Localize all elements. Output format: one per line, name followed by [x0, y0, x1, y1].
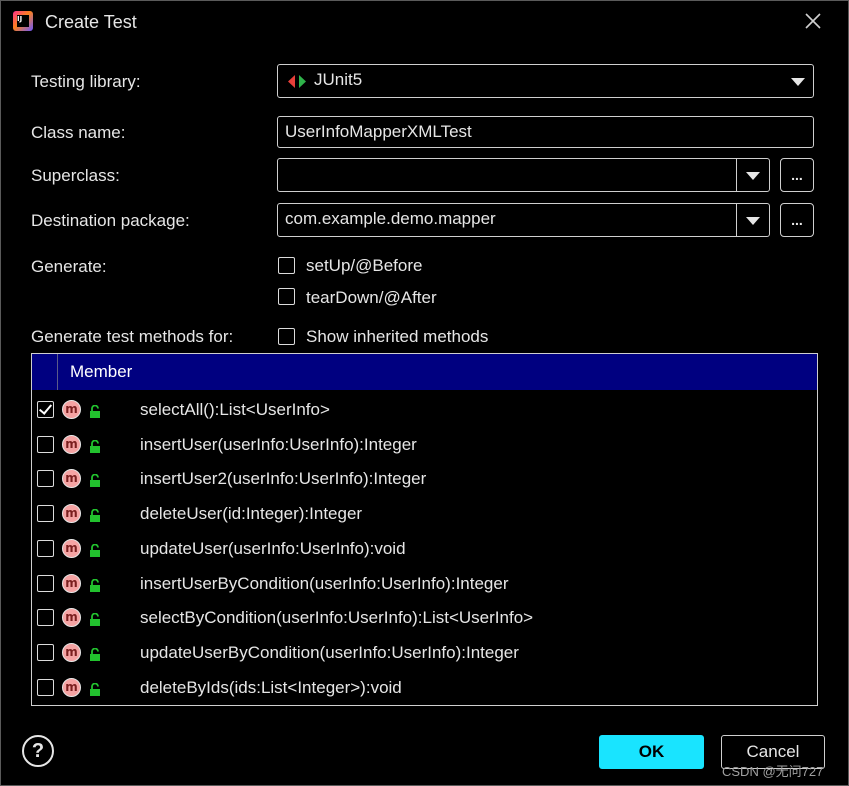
ok-button[interactable]: OK [599, 735, 704, 769]
row-checkbox[interactable] [37, 609, 54, 627]
setup-before-label: setUp/@Before [306, 256, 423, 275]
chevron-down-icon [746, 217, 760, 225]
class-name-input[interactable]: UserInfoMapperXMLTest [277, 116, 814, 148]
testing-library-value: JUnit5 [314, 70, 363, 89]
method-signature: deleteUser(id:Integer):Integer [140, 504, 363, 524]
method-signature: updateUserByCondition(userInfo:UserInfo)… [140, 642, 519, 662]
destination-package-browse-button[interactable]: ... [780, 203, 814, 237]
member-table: Member m selectAll():List<UserInfo> m inser… [31, 353, 818, 706]
generate-methods-label: Generate test methods for: [31, 327, 234, 346]
method-icon: m [62, 434, 81, 454]
public-lock-icon [89, 403, 101, 418]
destination-package-combo[interactable]: com.example.demo.mapper [277, 203, 770, 237]
testing-library-label: Testing library: [31, 72, 141, 91]
show-inherited-checkbox[interactable] [278, 328, 295, 345]
method-icon: m [62, 642, 81, 662]
method-icon: m [62, 573, 81, 593]
superclass-dropdown-button[interactable] [736, 159, 769, 191]
class-name-value: UserInfoMapperXMLTest [285, 122, 472, 141]
superclass-browse-button[interactable]: ... [780, 158, 814, 192]
watermark: CSDN @无问727 [722, 764, 824, 779]
superclass-label: Superclass: [31, 166, 120, 185]
show-inherited-label: Show inherited methods [306, 327, 489, 346]
superclass-combo[interactable] [277, 158, 770, 192]
public-lock-icon [89, 611, 101, 627]
destination-package-value: com.example.demo.mapper [285, 209, 496, 228]
table-row[interactable]: m updateUser(userInfo:UserInfo):void [32, 532, 817, 566]
public-lock-icon [89, 646, 101, 661]
destination-package-dropdown-button[interactable] [736, 204, 769, 236]
method-signature: updateUser(userInfo:UserInfo):void [140, 538, 406, 558]
public-lock-icon [89, 438, 101, 453]
table-row[interactable]: m insertUser2(userInfo:UserInfo):Integer [32, 462, 817, 496]
method-signature: insertUser2(userInfo:UserInfo):Integer [140, 469, 427, 489]
testing-library-select[interactable]: JUnit5 [277, 64, 814, 98]
chevron-down-icon [791, 78, 805, 86]
window-title: Create Test [45, 12, 137, 32]
public-lock-icon [89, 542, 101, 557]
intellij-app-icon: IJ [13, 11, 33, 31]
table-row[interactable]: m insertUserByCondition(userInfo:UserInfo… [32, 567, 817, 601]
method-icon: m [62, 538, 81, 558]
method-signature: insertUser(userInfo:UserInfo):Integer [140, 434, 417, 454]
method-signature: deleteByIds(ids:List<Integer>):void [140, 677, 402, 697]
row-checkbox[interactable] [37, 470, 54, 488]
teardown-after-checkbox[interactable] [278, 288, 295, 305]
member-column-header[interactable]: Member [70, 362, 132, 382]
method-icon: m [62, 677, 81, 697]
help-button[interactable]: ? [22, 735, 54, 767]
row-checkbox[interactable] [37, 643, 54, 661]
table-row[interactable]: m selectAll():List<UserInfo> [32, 393, 817, 427]
row-checkbox[interactable] [37, 401, 54, 418]
generate-label: Generate: [31, 257, 107, 276]
method-signature: selectByCondition(userInfo:UserInfo):Lis… [140, 608, 534, 628]
table-row[interactable]: m deleteUser(id:Integer):Integer [32, 497, 817, 531]
method-signature: insertUserByCondition(userInfo:UserInfo)… [140, 573, 509, 593]
row-checkbox[interactable] [37, 678, 54, 696]
method-signature: selectAll():List<UserInfo> [140, 400, 330, 419]
close-icon[interactable] [802, 10, 824, 32]
teardown-after-label: tearDown/@After [306, 288, 437, 307]
method-icon: m [62, 400, 81, 419]
table-row[interactable]: m updateUserByCondition(userInfo:UserInfo… [32, 636, 817, 670]
class-name-label: Class name: [31, 123, 126, 142]
row-checkbox[interactable] [37, 574, 54, 592]
method-icon: m [62, 608, 81, 628]
table-row[interactable]: m selectByCondition(userInfo:UserInfo):Li… [32, 601, 817, 635]
public-lock-icon [89, 472, 101, 488]
row-checkbox[interactable] [37, 505, 54, 523]
public-lock-icon [89, 507, 101, 523]
public-lock-icon [89, 681, 101, 696]
method-icon: m [62, 504, 81, 524]
setup-before-checkbox[interactable] [278, 257, 295, 274]
table-header: Member [32, 354, 817, 390]
destination-package-label: Destination package: [31, 211, 190, 230]
chevron-down-icon [746, 172, 760, 180]
method-icon: m [62, 469, 81, 489]
app-icon-text: IJ [17, 15, 29, 27]
title-bar: IJ Create Test [0, 0, 849, 44]
row-checkbox[interactable] [37, 539, 54, 557]
table-row[interactable]: m deleteByIds(ids:List<Integer>):void [32, 671, 817, 705]
public-lock-icon [89, 577, 101, 592]
column-separator [57, 354, 58, 390]
junit-icon [288, 75, 306, 88]
table-row[interactable]: m insertUser(userInfo:UserInfo):Integer [32, 428, 817, 462]
row-checkbox[interactable] [37, 435, 54, 453]
